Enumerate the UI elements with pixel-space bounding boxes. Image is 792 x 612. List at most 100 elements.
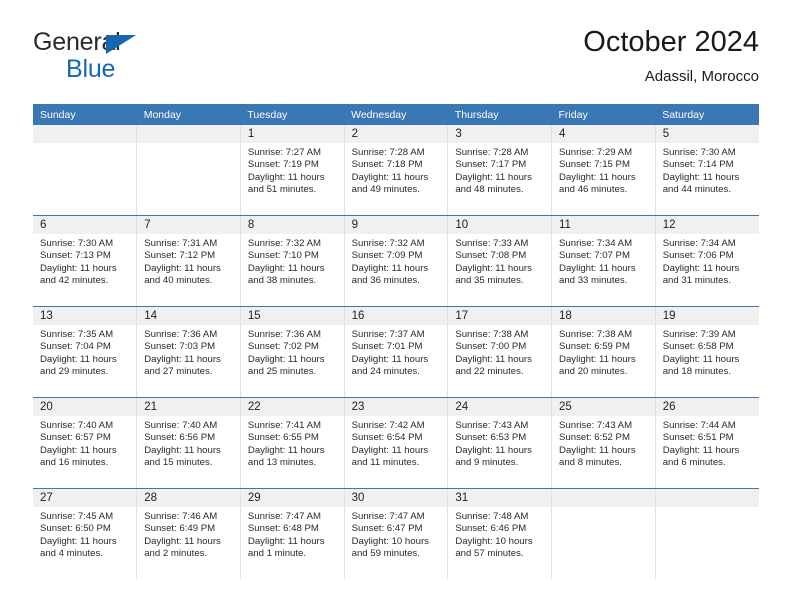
calendar-day-cell[interactable]: 2 Sunrise: 7:28 AM Sunset: 7:18 PM Daylight… <box>343 125 449 216</box>
day-number <box>552 489 655 507</box>
sunset-text: Sunset: 6:46 PM <box>455 523 527 535</box>
daylight-text-line2: and 35 minutes. <box>455 275 524 287</box>
daylight-text-line1: Daylight: 11 hours <box>40 444 117 456</box>
sunset-text: Sunset: 7:06 PM <box>662 250 734 262</box>
calendar-day-cell[interactable]: 3 Sunrise: 7:28 AM Sunset: 7:17 PM Daylight… <box>447 125 553 216</box>
calendar-day-cell[interactable]: 16 Sunrise: 7:37 AM Sunset: 7:01 PM Dayligh… <box>343 306 449 398</box>
sunset-text: Sunset: 7:17 PM <box>455 159 527 171</box>
daylight-text-line2: and 1 minute. <box>247 548 307 560</box>
sunrise-text: Sunrise: 7:38 AM <box>559 329 633 340</box>
calendar-cell-empty <box>33 125 138 216</box>
sunset-text: Sunset: 7:00 PM <box>455 341 527 353</box>
day-number: 8 <box>240 216 344 234</box>
calendar-day-cell[interactable]: 5 Sunrise: 7:30 AM Sunset: 7:14 PM Daylight… <box>654 125 759 216</box>
daylight-text-line1: Daylight: 11 hours <box>40 262 117 274</box>
daylight-text-line2: and 38 minutes. <box>247 275 317 287</box>
day-number: 18 <box>552 307 655 325</box>
calendar-day-cell[interactable]: 25 Sunrise: 7:43 AM Sunset: 6:52 PM Dayligh… <box>551 397 656 489</box>
day-number: 3 <box>448 125 552 143</box>
sunrise-text: Sunrise: 7:36 AM <box>247 329 321 340</box>
day-details: Sunrise: 7:32 AM Sunset: 7:09 PM Daylight:… <box>345 234 448 288</box>
daylight-text-line2: and 42 minutes. <box>40 275 109 287</box>
sunset-text: Sunset: 6:54 PM <box>351 432 423 444</box>
daylight-text-line1: Daylight: 11 hours <box>247 171 325 183</box>
calendar-day-cell[interactable]: 8 Sunrise: 7:32 AM Sunset: 7:10 PM Daylight… <box>239 215 345 307</box>
calendar-day-cell[interactable]: 22 Sunrise: 7:41 AM Sunset: 6:55 PM Dayligh… <box>239 397 345 489</box>
calendar-day-cell[interactable]: 1 Sunrise: 7:27 AM Sunset: 7:19 PM Daylight… <box>239 125 345 216</box>
daylight-text-line2: and 48 minutes. <box>455 184 524 196</box>
daylight-text-line2: and 24 minutes. <box>351 366 420 378</box>
calendar-day-cell[interactable]: 31 Sunrise: 7:48 AM Sunset: 6:46 PM Dayligh… <box>447 488 553 579</box>
day-number: 9 <box>344 216 448 234</box>
day-details: Sunrise: 7:46 AM Sunset: 6:49 PM Daylight:… <box>137 507 240 561</box>
general-blue-logo: General Blue <box>33 28 273 88</box>
daylight-text-line1: Daylight: 11 hours <box>455 353 532 365</box>
calendar-day-cell[interactable]: 20 Sunrise: 7:40 AM Sunset: 6:57 PM Dayligh… <box>33 397 138 489</box>
calendar-day-cell[interactable]: 27 Sunrise: 7:45 AM Sunset: 6:50 PM Dayligh… <box>33 488 138 579</box>
day-number: 16 <box>344 307 448 325</box>
sunrise-text: Sunrise: 7:33 AM <box>455 238 529 249</box>
sunrise-text: Sunrise: 7:40 AM <box>144 420 218 431</box>
sunset-text: Sunset: 6:55 PM <box>247 432 319 444</box>
weekday-header-sunday: Sunday <box>33 104 137 125</box>
day-details: Sunrise: 7:45 AM Sunset: 6:50 PM Daylight:… <box>33 507 136 561</box>
day-number: 2 <box>344 125 448 143</box>
daylight-text-line1: Daylight: 11 hours <box>144 353 221 365</box>
calendar-day-cell[interactable]: 4 Sunrise: 7:29 AM Sunset: 7:15 PM Daylight… <box>551 125 656 216</box>
daylight-text-line1: Daylight: 10 hours <box>455 535 533 547</box>
calendar-day-cell[interactable]: 23 Sunrise: 7:42 AM Sunset: 6:54 PM Dayligh… <box>343 397 449 489</box>
day-number <box>33 125 137 143</box>
sunrise-text: Sunrise: 7:28 AM <box>455 147 529 158</box>
weekday-header-wednesday: Wednesday <box>344 104 448 125</box>
calendar-day-cell[interactable]: 15 Sunrise: 7:36 AM Sunset: 7:02 PM Dayligh… <box>239 306 345 398</box>
day-details: Sunrise: 7:30 AM Sunset: 7:14 PM Daylight:… <box>656 143 759 197</box>
day-details: Sunrise: 7:47 AM Sunset: 6:47 PM Daylight:… <box>345 507 448 561</box>
sunset-text: Sunset: 7:01 PM <box>351 341 423 353</box>
calendar-day-cell[interactable]: 18 Sunrise: 7:38 AM Sunset: 6:59 PM Dayligh… <box>551 306 656 398</box>
sunset-text: Sunset: 7:15 PM <box>559 159 630 171</box>
sunset-text: Sunset: 6:56 PM <box>144 432 216 444</box>
calendar-day-cell[interactable]: 10 Sunrise: 7:33 AM Sunset: 7:08 PM Dayligh… <box>447 215 553 307</box>
calendar-day-cell[interactable]: 29 Sunrise: 7:47 AM Sunset: 6:48 PM Dayligh… <box>239 488 345 579</box>
logo-text-blue: Blue <box>66 55 116 83</box>
sunset-text: Sunset: 6:58 PM <box>662 341 734 353</box>
sunrise-text: Sunrise: 7:39 AM <box>662 329 736 340</box>
sunrise-text: Sunrise: 7:42 AM <box>351 420 425 431</box>
daylight-text-line2: and 2 minutes. <box>144 548 208 560</box>
sunrise-text: Sunrise: 7:40 AM <box>40 420 114 431</box>
calendar-day-cell[interactable]: 30 Sunrise: 7:47 AM Sunset: 6:47 PM Dayligh… <box>343 488 449 579</box>
sunrise-text: Sunrise: 7:29 AM <box>559 147 633 158</box>
daylight-text-line1: Daylight: 11 hours <box>247 535 325 547</box>
day-details: Sunrise: 7:33 AM Sunset: 7:08 PM Daylight:… <box>448 234 551 288</box>
day-number: 25 <box>552 398 655 416</box>
sunrise-text: Sunrise: 7:30 AM <box>662 147 736 158</box>
calendar-day-cell[interactable]: 28 Sunrise: 7:46 AM Sunset: 6:49 PM Dayligh… <box>136 488 241 579</box>
calendar-day-cell[interactable]: 11 Sunrise: 7:34 AM Sunset: 7:07 PM Dayligh… <box>551 215 656 307</box>
calendar-day-cell[interactable]: 26 Sunrise: 7:44 AM Sunset: 6:51 PM Dayligh… <box>654 397 759 489</box>
daylight-text-line2: and 31 minutes. <box>662 275 731 287</box>
sunset-text: Sunset: 6:53 PM <box>455 432 527 444</box>
calendar-day-cell[interactable]: 9 Sunrise: 7:32 AM Sunset: 7:09 PM Daylight… <box>343 215 449 307</box>
daylight-text-line1: Daylight: 11 hours <box>144 262 221 274</box>
calendar-week-row: 27 Sunrise: 7:45 AM Sunset: 6:50 PM Dayligh… <box>33 488 759 579</box>
daylight-text-line2: and 6 minutes. <box>662 457 726 469</box>
calendar-day-cell[interactable]: 24 Sunrise: 7:43 AM Sunset: 6:53 PM Dayligh… <box>447 397 553 489</box>
sunset-text: Sunset: 6:50 PM <box>40 523 111 535</box>
day-details: Sunrise: 7:43 AM Sunset: 6:52 PM Daylight:… <box>552 416 655 470</box>
calendar-day-cell[interactable]: 6 Sunrise: 7:30 AM Sunset: 7:13 PM Daylight… <box>33 215 138 307</box>
sunset-text: Sunset: 7:19 PM <box>247 159 319 171</box>
calendar-day-cell[interactable]: 21 Sunrise: 7:40 AM Sunset: 6:56 PM Dayligh… <box>136 397 241 489</box>
day-number: 30 <box>344 489 448 507</box>
calendar-day-cell[interactable]: 7 Sunrise: 7:31 AM Sunset: 7:12 PM Daylight… <box>136 215 241 307</box>
calendar-day-cell[interactable]: 14 Sunrise: 7:36 AM Sunset: 7:03 PM Dayligh… <box>136 306 241 398</box>
calendar-day-cell[interactable]: 12 Sunrise: 7:34 AM Sunset: 7:06 PM Dayligh… <box>654 215 759 307</box>
calendar-cell-empty <box>654 488 759 579</box>
calendar-table: Sunday Monday Tuesday Wednesday Thursday… <box>33 104 759 579</box>
daylight-text-line1: Daylight: 11 hours <box>662 262 740 274</box>
calendar-day-cell[interactable]: 19 Sunrise: 7:39 AM Sunset: 6:58 PM Dayligh… <box>654 306 759 398</box>
day-details: Sunrise: 7:28 AM Sunset: 7:17 PM Daylight:… <box>448 143 551 197</box>
calendar-day-cell[interactable]: 17 Sunrise: 7:38 AM Sunset: 7:00 PM Dayligh… <box>447 306 553 398</box>
daylight-text-line1: Daylight: 11 hours <box>662 444 740 456</box>
calendar-day-cell[interactable]: 13 Sunrise: 7:35 AM Sunset: 7:04 PM Dayligh… <box>33 306 138 398</box>
day-details: Sunrise: 7:30 AM Sunset: 7:13 PM Daylight:… <box>33 234 136 288</box>
